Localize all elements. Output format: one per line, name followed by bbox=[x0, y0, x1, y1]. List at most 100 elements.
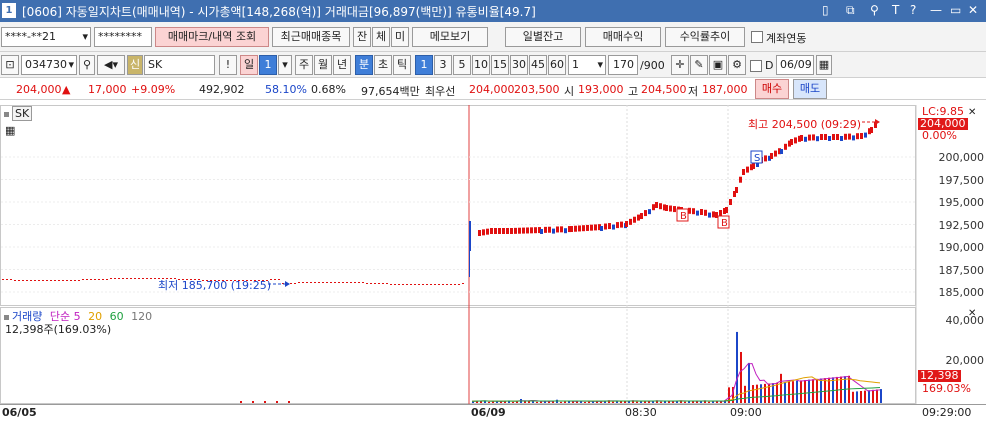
volume-bar bbox=[872, 389, 874, 403]
interval-1-button[interactable]: 1 bbox=[415, 55, 433, 75]
count-select[interactable]: 1 ▾ bbox=[568, 55, 606, 75]
account-select[interactable]: ****-**21 ▾ bbox=[1, 27, 91, 47]
date-checkbox[interactable] bbox=[750, 60, 762, 72]
candle bbox=[354, 282, 356, 283]
volume-bar bbox=[780, 373, 782, 403]
credit-badge[interactable]: 신 bbox=[127, 55, 143, 75]
candle bbox=[38, 280, 40, 281]
candle bbox=[574, 225, 577, 232]
buy-marker[interactable]: B bbox=[676, 208, 689, 222]
interval-45-button[interactable]: 45 bbox=[529, 55, 547, 75]
period-year-button[interactable]: 년 bbox=[333, 55, 351, 75]
volume-bar bbox=[748, 362, 750, 403]
candle bbox=[560, 226, 563, 233]
trade-profit-button[interactable]: 매매수익 bbox=[585, 27, 661, 47]
speaker-icon[interactable]: ◀▾ bbox=[97, 55, 125, 75]
chart-type-icon[interactable]: ⊡ bbox=[1, 55, 19, 75]
stock-name-field[interactable]: SK bbox=[144, 55, 215, 75]
screen-link-icon[interactable]: ▯ bbox=[822, 3, 829, 17]
period-month-button[interactable]: 월 bbox=[314, 55, 332, 75]
grid-table-icon[interactable]: ▦ bbox=[5, 124, 15, 137]
candle bbox=[386, 283, 388, 284]
calendar-icon[interactable]: ▦ bbox=[816, 55, 832, 75]
help-icon[interactable]: ? bbox=[910, 3, 916, 17]
save-icon[interactable]: ▣ bbox=[709, 55, 727, 75]
executed-button[interactable]: 체 bbox=[372, 27, 390, 47]
password-field[interactable]: ******** bbox=[94, 27, 152, 47]
candle bbox=[118, 278, 120, 279]
period-second-button[interactable]: 초 bbox=[374, 55, 392, 75]
buy-marker-2[interactable]: B bbox=[717, 215, 730, 229]
interval-30-button[interactable]: 30 bbox=[510, 55, 528, 75]
candle bbox=[590, 224, 593, 231]
period-tick-button[interactable]: 틱 bbox=[393, 55, 411, 75]
candle bbox=[510, 228, 513, 234]
stock-code-input[interactable]: 034730 ▾ bbox=[21, 55, 77, 75]
volume-bar bbox=[616, 401, 618, 403]
candle bbox=[742, 169, 745, 175]
candle bbox=[469, 221, 471, 251]
candle bbox=[856, 133, 859, 140]
candle bbox=[150, 278, 152, 279]
candle bbox=[652, 204, 655, 211]
close-icon[interactable]: ✕ bbox=[968, 3, 978, 17]
chart-area: B B S SK ▦ 최고 204,500 (09:29) 최저 185,700… bbox=[0, 101, 986, 424]
draw-tool-icon[interactable]: ✎ bbox=[690, 55, 708, 75]
memo-button[interactable]: 메모보기 bbox=[412, 27, 488, 47]
font-icon[interactable]: T bbox=[892, 3, 899, 17]
interval-15-button[interactable]: 15 bbox=[491, 55, 509, 75]
sell-button[interactable]: 매도 bbox=[793, 79, 827, 99]
low-note: 최저 185,700 (19:25) bbox=[158, 279, 272, 292]
candle bbox=[594, 224, 597, 231]
gear-icon[interactable]: ⚙ bbox=[728, 55, 746, 75]
candle bbox=[418, 284, 420, 285]
unexecuted-button[interactable]: 미 bbox=[391, 27, 409, 47]
volume-current-tag: 12,398 bbox=[918, 369, 961, 382]
volume-bar bbox=[612, 401, 614, 403]
bid-price: 203,500 bbox=[514, 83, 560, 96]
candle bbox=[442, 284, 444, 285]
candle bbox=[864, 132, 867, 138]
crosshair-icon[interactable]: ✛ bbox=[671, 55, 689, 75]
range-input[interactable]: 170 bbox=[608, 55, 638, 75]
recent-trades-button[interactable]: 최근매매종목 bbox=[272, 27, 350, 47]
sell-marker[interactable]: S bbox=[750, 150, 763, 164]
volume-bar bbox=[816, 378, 818, 403]
candle bbox=[98, 279, 100, 280]
pane-close-icon[interactable]: ✕ bbox=[968, 107, 976, 118]
volume-bar bbox=[880, 389, 882, 403]
volume-value: 492,902 bbox=[199, 83, 245, 96]
interval-10-button[interactable]: 10 bbox=[472, 55, 490, 75]
period-minute-button[interactable]: 분 bbox=[355, 55, 373, 75]
duplicate-window-icon[interactable]: ⧉ bbox=[846, 3, 855, 18]
candle bbox=[832, 134, 835, 140]
candle bbox=[438, 284, 440, 285]
maximize-icon[interactable]: ▭ bbox=[950, 3, 961, 17]
candle bbox=[122, 278, 124, 279]
interval-3-button[interactable]: 3 bbox=[434, 55, 452, 75]
date-input[interactable]: 06/09 bbox=[776, 55, 814, 75]
title-bar: 1 [0606] 자동일지차트(매매내역) - 시가총액[148,268(억)]… bbox=[0, 0, 986, 22]
search-icon[interactable]: ⚲ bbox=[79, 55, 95, 75]
interval-60-button[interactable]: 60 bbox=[548, 55, 566, 75]
candle bbox=[840, 136, 843, 141]
balance-button[interactable]: 잔 bbox=[353, 27, 371, 47]
buy-button[interactable]: 매수 bbox=[755, 79, 789, 99]
interval-5-button[interactable]: 5 bbox=[453, 55, 471, 75]
period-value-select[interactable]: 1 bbox=[259, 55, 277, 75]
trade-mark-button[interactable]: 매매마크/내역 조회 bbox=[155, 27, 269, 47]
period-week-button[interactable]: 주 bbox=[295, 55, 313, 75]
candle bbox=[506, 228, 509, 234]
account-link-checkbox[interactable] bbox=[751, 31, 763, 43]
candle bbox=[808, 134, 811, 141]
return-trend-button[interactable]: 수익률추이 bbox=[665, 27, 745, 47]
minimize-icon[interactable]: — bbox=[930, 3, 942, 17]
daily-balance-button[interactable]: 일별잔고 bbox=[505, 27, 581, 47]
turnover-rate: 0.68% bbox=[311, 83, 346, 96]
buy-marker-2-label: B bbox=[721, 218, 728, 229]
chevron-down-icon[interactable]: ▾ bbox=[278, 55, 292, 75]
candle bbox=[604, 223, 607, 230]
period-day-button[interactable]: 일 bbox=[240, 55, 258, 75]
alert-button[interactable]: ! bbox=[219, 55, 237, 75]
pin-icon[interactable]: ⚲ bbox=[870, 3, 879, 17]
